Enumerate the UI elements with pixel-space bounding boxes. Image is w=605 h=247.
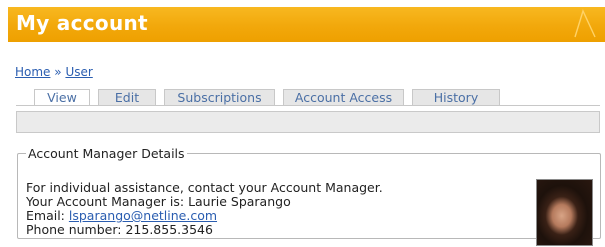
email-line: Email: lsparango@netline.com xyxy=(26,209,383,223)
swoosh-decoration-icon xyxy=(574,9,596,38)
breadcrumb-user-link[interactable]: User xyxy=(65,65,92,79)
email-label: Email: xyxy=(26,208,65,223)
assistance-text: For individual assistance, contact your … xyxy=(26,180,383,195)
tab-view[interactable]: View xyxy=(34,89,90,106)
account-tabs: View Edit Subscriptions Account Access H… xyxy=(34,89,508,106)
tab-edit[interactable]: Edit xyxy=(98,89,156,105)
tab-account-access[interactable]: Account Access xyxy=(283,89,404,105)
manager-line: Your Account Manager is: Laurie Sparango xyxy=(26,195,383,209)
account-manager-text: For individual assistance, contact your … xyxy=(26,181,383,237)
account-manager-photo xyxy=(536,179,593,246)
manager-prefix: Your Account Manager is: xyxy=(26,194,185,209)
tabs-divider xyxy=(16,105,600,106)
phone-label: Phone number: xyxy=(26,222,122,237)
account-manager-details: Account Manager Details For individual a… xyxy=(17,146,601,246)
breadcrumb: Home » User xyxy=(15,65,93,79)
account-manager-legend: Account Manager Details xyxy=(28,146,185,161)
phone-number: 215.855.3546 xyxy=(125,222,213,237)
secondary-tab-bar xyxy=(16,111,600,133)
tab-subscriptions[interactable]: Subscriptions xyxy=(164,89,275,105)
page-title-bar: My account xyxy=(8,7,605,42)
page-title: My account xyxy=(16,11,148,35)
tab-history[interactable]: History xyxy=(412,89,500,105)
breadcrumb-separator: » xyxy=(54,65,62,79)
breadcrumb-home-link[interactable]: Home xyxy=(15,65,50,79)
manager-name: Laurie Sparango xyxy=(188,194,291,209)
phone-line: Phone number: 215.855.3546 xyxy=(26,223,383,237)
manager-email-link[interactable]: lsparango@netline.com xyxy=(69,208,217,223)
